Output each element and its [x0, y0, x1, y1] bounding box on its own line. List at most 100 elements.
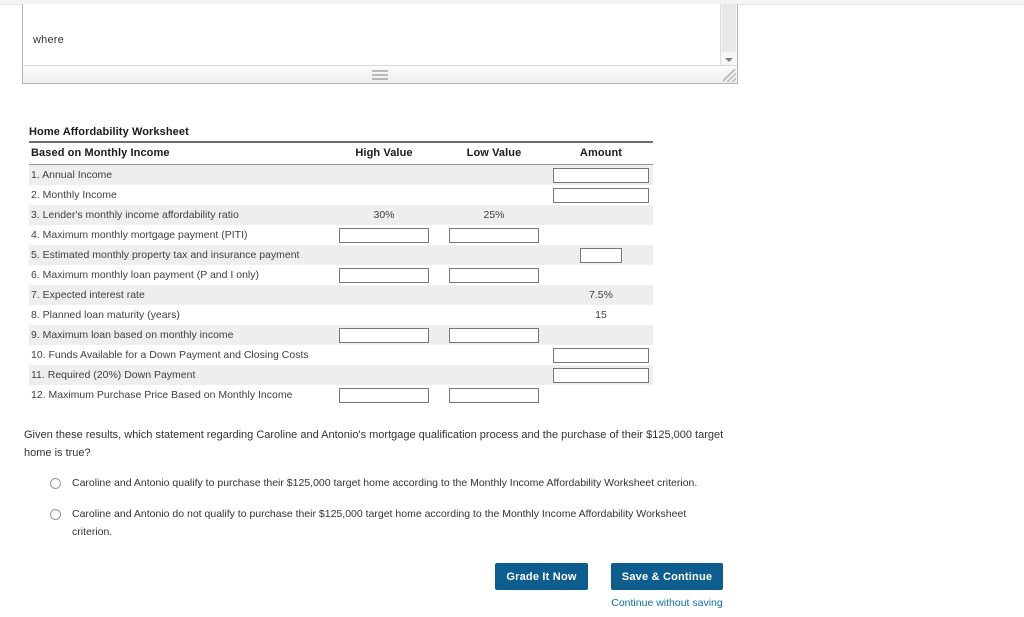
table-row: 5. Estimated monthly property tax and in… — [29, 245, 653, 265]
row-label: 1. Annual Income — [29, 164, 329, 185]
cell-amount — [549, 365, 653, 385]
cell-amount: 15 — [595, 309, 607, 321]
row-label: 5. Estimated monthly property tax and in… — [29, 245, 329, 265]
worksheet-title: Home Affordability Worksheet — [29, 126, 189, 138]
cell-low-value — [439, 385, 549, 405]
cell-low-value — [439, 365, 549, 385]
cell-low-value — [439, 325, 549, 345]
row-label: 2. Monthly Income — [31, 189, 117, 201]
low-value-input[interactable] — [449, 227, 539, 243]
cell-amount — [549, 185, 653, 205]
table-row: 6. Maximum monthly loan payment (P and I… — [29, 265, 653, 285]
cell-high-value: 30% — [329, 205, 439, 225]
cell-high-value — [329, 345, 439, 365]
home-affordability-worksheet: Home Affordability Worksheet Based on Mo… — [29, 126, 653, 405]
table-row: 12. Maximum Purchase Price Based on Mont… — [29, 385, 653, 405]
save-and-continue-button[interactable]: Save & Continue — [611, 563, 723, 590]
worksheet-table: Based on Monthly Income High Value Low V… — [29, 141, 653, 405]
answer-option-2[interactable]: Caroline and Antonio do not qualify to p… — [50, 505, 740, 541]
grade-it-now-button[interactable]: Grade It Now — [495, 563, 588, 590]
text-editor-panel[interactable]: where — [22, 4, 738, 84]
cell-amount — [549, 225, 653, 245]
table-row: 3. Lender's monthly income affordability… — [29, 205, 653, 225]
column-header-amount: Amount — [549, 141, 653, 165]
row-label: 8. Planned loan maturity (years) — [31, 309, 180, 321]
cell-low-value — [439, 164, 549, 185]
cell-amount — [549, 325, 653, 345]
scrollbar-thumb[interactable] — [722, 4, 736, 52]
cell-low-value — [439, 225, 549, 245]
cell-low-value — [439, 305, 549, 325]
text-editor-body[interactable]: where — [23, 4, 721, 66]
amount-input[interactable] — [553, 187, 649, 203]
row-label: 10. Funds Available for a Down Payment a… — [31, 349, 309, 361]
vertical-scrollbar[interactable] — [720, 4, 737, 66]
resize-handle-icon[interactable] — [723, 69, 736, 82]
row-label: 3. Lender's monthly income affordability… — [29, 205, 329, 225]
column-header-high-value: High Value — [329, 141, 439, 165]
cell-high-value — [329, 325, 439, 345]
cell-high-value — [329, 265, 439, 285]
amount-input[interactable] — [553, 347, 649, 363]
cell-high-value — [329, 185, 439, 205]
column-header-low-value: Low Value — [439, 141, 549, 165]
cell-high-value — [329, 245, 439, 265]
editor-text: where — [33, 34, 64, 46]
row-label: 6. Maximum monthly loan payment (P and I… — [31, 269, 259, 281]
low-value-input[interactable] — [449, 267, 539, 283]
radio-button-icon[interactable] — [50, 478, 61, 489]
table-row: 10. Funds Available for a Down Payment a… — [29, 345, 653, 365]
worksheet-table-body: 1. Annual Income 2. Monthly Income 3. Lend… — [29, 164, 653, 406]
row-label: 9. Maximum loan based on monthly income — [29, 325, 329, 345]
table-row: 11. Required (20%) Down Payment — [29, 365, 653, 385]
answer-option-label: Caroline and Antonio qualify to purchase… — [72, 477, 698, 489]
cell-low-value — [439, 285, 549, 305]
column-header-label: Based on Monthly Income — [29, 141, 329, 165]
high-value-input[interactable] — [339, 327, 429, 343]
cell-amount — [549, 345, 653, 365]
cell-amount — [549, 385, 653, 405]
cell-amount — [549, 205, 653, 225]
table-row: 7. Expected interest rate 7.5% — [29, 285, 653, 305]
cell-high-value — [329, 365, 439, 385]
amount-input[interactable] — [553, 367, 649, 383]
question-text: Given these results, which statement reg… — [24, 429, 724, 459]
cell-high-value — [329, 305, 439, 325]
cell-high-value — [329, 225, 439, 245]
cell-high-value — [329, 385, 439, 405]
cell-low-value — [439, 265, 549, 285]
answer-option-label: Caroline and Antonio do not qualify to p… — [72, 508, 687, 538]
answer-option-1[interactable]: Caroline and Antonio qualify to purchase… — [50, 474, 740, 492]
cell-low-value — [439, 345, 549, 365]
cell-high-value — [329, 285, 439, 305]
high-value-input[interactable] — [339, 227, 429, 243]
low-value-input[interactable] — [449, 327, 539, 343]
cell-low-value — [439, 245, 549, 265]
amount-input[interactable] — [580, 247, 622, 263]
table-row: 1. Annual Income — [29, 164, 653, 185]
drag-grip-icon[interactable] — [372, 70, 388, 80]
table-row: 8. Planned loan maturity (years) 15 — [29, 305, 653, 325]
row-label: 4. Maximum monthly mortgage payment (PIT… — [31, 229, 248, 241]
cell-amount — [549, 164, 653, 185]
row-label: 12. Maximum Purchase Price Based on Mont… — [31, 389, 293, 401]
cell-amount: 7.5% — [549, 285, 653, 305]
radio-button-icon[interactable] — [50, 509, 61, 520]
scroll-down-arrow-icon[interactable] — [725, 58, 733, 62]
table-row: 4. Maximum monthly mortgage payment (PIT… — [29, 225, 653, 245]
amount-input[interactable] — [553, 167, 649, 183]
row-label: 7. Expected interest rate — [29, 285, 329, 305]
high-value-input[interactable] — [339, 267, 429, 283]
table-header-row: Based on Monthly Income High Value Low V… — [29, 141, 653, 165]
low-value-input[interactable] — [449, 387, 539, 403]
answer-options: Caroline and Antonio qualify to purchase… — [50, 474, 740, 554]
cell-low-value — [439, 185, 549, 205]
row-label: 11. Required (20%) Down Payment — [29, 365, 329, 385]
table-row: 9. Maximum loan based on monthly income — [29, 325, 653, 345]
editor-status-bar — [23, 65, 737, 83]
cell-amount — [549, 265, 653, 285]
cell-high-value — [329, 164, 439, 185]
cell-amount — [549, 245, 653, 265]
continue-without-saving-link[interactable]: Continue without saving — [611, 597, 723, 609]
high-value-input[interactable] — [339, 387, 429, 403]
